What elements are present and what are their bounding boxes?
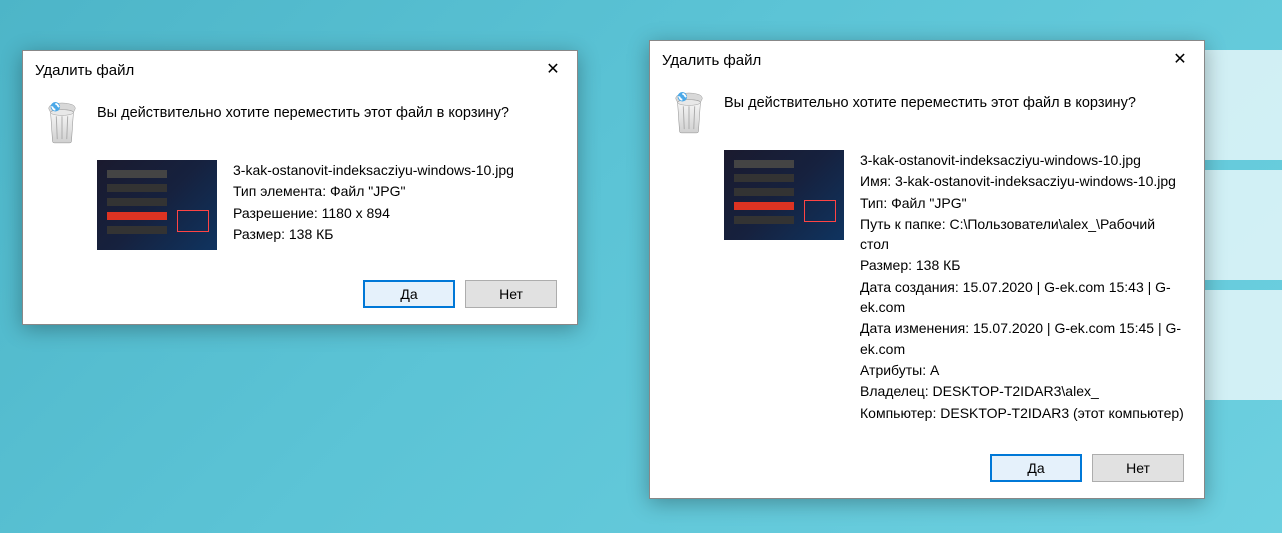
file-metadata: 3-kak-ostanovit-indeksacziyu-windows-10.…	[233, 160, 557, 245]
dialog-title: Удалить файл	[35, 62, 134, 79]
file-type: Тип: Файл "JPG"	[860, 193, 1184, 213]
dialog-buttons: Да Нет	[23, 268, 577, 324]
close-button[interactable]: ✕	[1166, 49, 1194, 71]
no-button[interactable]: Нет	[1092, 454, 1184, 482]
titlebar: Удалить файл ✕	[23, 51, 577, 89]
file-thumbnail	[724, 150, 844, 240]
file-thumbnail	[97, 160, 217, 250]
recycle-bin-icon	[670, 89, 708, 138]
file-name: 3-kak-ostanovit-indeksacziyu-windows-10.…	[233, 160, 557, 180]
file-type: Тип элемента: Файл "JPG"	[233, 181, 557, 201]
file-computer: Компьютер: DESKTOP-T2IDAR3 (этот компьют…	[860, 403, 1184, 423]
confirmation-prompt: Вы действительно хотите переместить этот…	[97, 99, 509, 121]
delete-file-dialog-detailed: Удалить файл ✕ Вы действительно хотите п…	[649, 40, 1205, 499]
titlebar: Удалить файл ✕	[650, 41, 1204, 79]
dialog-buttons: Да Нет	[650, 442, 1204, 498]
dialog-title: Удалить файл	[662, 52, 761, 69]
file-attributes: Атрибуты: A	[860, 360, 1184, 380]
close-button[interactable]: ✕	[539, 59, 567, 81]
file-resolution: Разрешение: 1180 x 894	[233, 203, 557, 223]
close-icon: ✕	[1173, 52, 1186, 68]
file-created: Дата создания: 15.07.2020 | G-ek.com 15:…	[860, 277, 1184, 318]
yes-button[interactable]: Да	[363, 280, 455, 308]
file-name-heading: 3-kak-ostanovit-indeksacziyu-windows-10.…	[860, 150, 1184, 170]
confirmation-prompt: Вы действительно хотите переместить этот…	[724, 89, 1136, 111]
file-modified: Дата изменения: 15.07.2020 | G-ek.com 15…	[860, 318, 1184, 359]
close-icon: ✕	[546, 62, 559, 78]
dialog-content: Вы действительно хотите переместить этот…	[650, 79, 1204, 442]
delete-file-dialog-simple: Удалить файл ✕ Вы действительно хоти	[22, 50, 578, 325]
no-button[interactable]: Нет	[465, 280, 557, 308]
recycle-bin-icon	[43, 99, 81, 148]
file-path: Путь к папке: C:\Пользователи\alex_\Рабо…	[860, 214, 1184, 255]
file-size: Размер: 138 КБ	[860, 255, 1184, 275]
file-name: Имя: 3-kak-ostanovit-indeksacziyu-window…	[860, 171, 1184, 191]
file-owner: Владелец: DESKTOP-T2IDAR3\alex_	[860, 381, 1184, 401]
yes-button[interactable]: Да	[990, 454, 1082, 482]
file-metadata: 3-kak-ostanovit-indeksacziyu-windows-10.…	[860, 150, 1184, 424]
dialog-content: Вы действительно хотите переместить этот…	[23, 89, 577, 268]
file-size: Размер: 138 КБ	[233, 224, 557, 244]
